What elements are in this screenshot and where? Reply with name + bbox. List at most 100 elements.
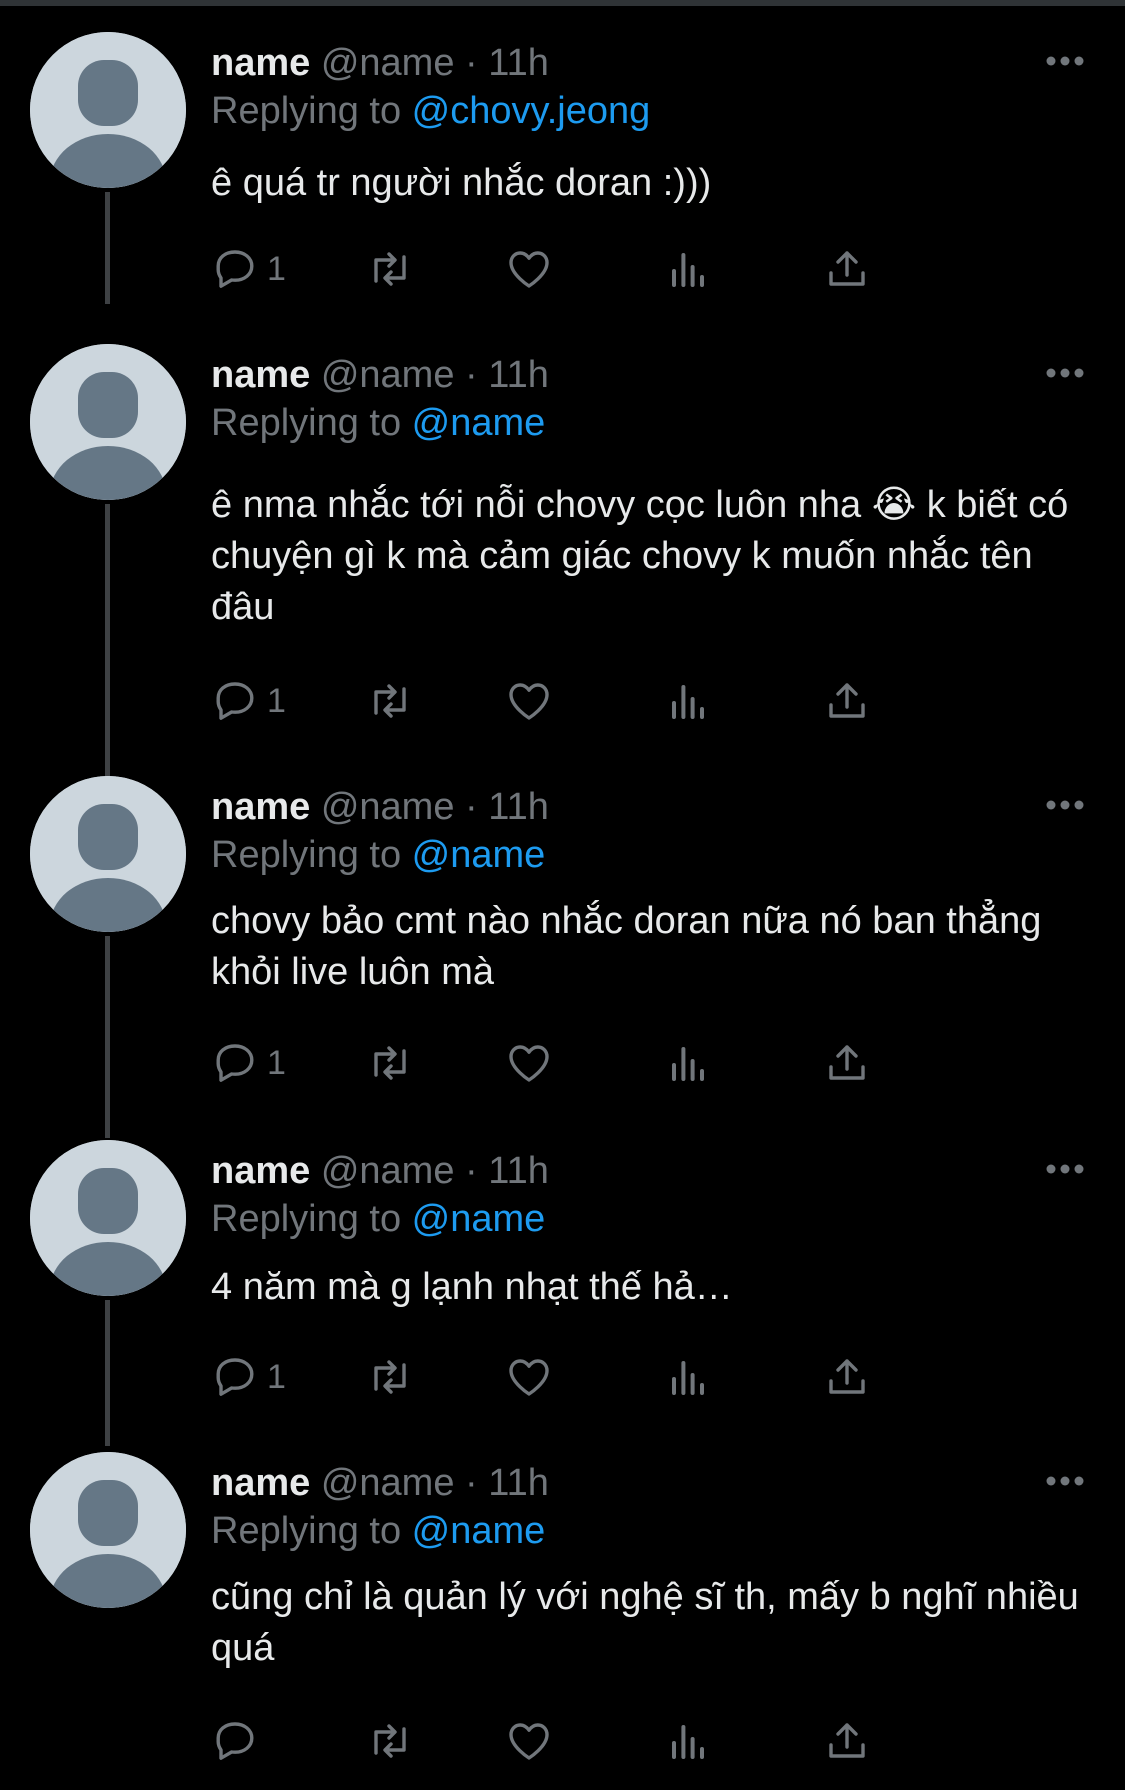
like-button[interactable]	[505, 1038, 553, 1088]
reply-button[interactable]	[211, 1716, 267, 1766]
reply-button[interactable]: 1	[211, 244, 286, 294]
username[interactable]: @name	[321, 1150, 455, 1192]
default-avatar-icon	[30, 32, 186, 188]
avatar[interactable]	[30, 776, 186, 932]
username[interactable]: @name	[321, 1462, 455, 1504]
reply-icon	[216, 682, 254, 720]
views-icon	[672, 685, 704, 719]
tweet-text: chovy bảo cmt nào nhắc doran nữa nó ban …	[211, 900, 1042, 993]
tweet-text: cũng chỉ là quản lý với nghệ sĩ th, mấy …	[211, 1576, 1079, 1669]
share-icon	[829, 1723, 865, 1758]
retweet-button[interactable]	[366, 1352, 414, 1402]
reply-count: 1	[267, 1357, 286, 1396]
tweet-text: ê nma nhắc tới nỗi chovy cọc luôn nha 😭 …	[211, 484, 1069, 628]
display-name[interactable]: name	[211, 1150, 310, 1192]
reply-count: 1	[267, 249, 286, 288]
username[interactable]: @name	[321, 354, 455, 396]
mention-link[interactable]: @chovy.jeong	[412, 90, 651, 132]
heart-icon	[509, 1359, 549, 1396]
replying-to-label: Replying to	[211, 90, 412, 132]
more-icon[interactable]	[1045, 1474, 1085, 1488]
display-name[interactable]: name	[211, 786, 310, 828]
mention-link[interactable]: @name	[412, 1198, 546, 1240]
like-button[interactable]	[505, 676, 553, 726]
reply-thread: name @name · 11h Replying to @chovy.jeon…	[0, 0, 1125, 1790]
more-icon[interactable]	[1045, 798, 1085, 812]
reply-button[interactable]: 1	[211, 1352, 286, 1402]
display-name[interactable]: name	[211, 42, 310, 84]
tweet-header: name @name · 11h	[211, 784, 549, 830]
views-button[interactable]	[664, 676, 712, 726]
more-icon[interactable]	[1045, 366, 1085, 380]
replying-to: Replying to @name	[211, 1508, 545, 1554]
heart-icon	[509, 1723, 549, 1760]
share-icon	[829, 683, 865, 718]
like-button[interactable]	[505, 244, 553, 294]
share-icon	[829, 1045, 865, 1080]
retweet-button[interactable]	[366, 1716, 414, 1766]
retweet-button[interactable]	[366, 676, 414, 726]
timestamp[interactable]: 11h	[488, 786, 549, 828]
more-icon[interactable]	[1045, 54, 1085, 68]
more-icon[interactable]	[1045, 1162, 1085, 1176]
replying-to-label: Replying to	[211, 1198, 412, 1240]
retweet-icon	[374, 1046, 406, 1080]
views-button[interactable]	[664, 1038, 712, 1088]
share-icon	[829, 251, 865, 286]
share-button[interactable]	[823, 1352, 871, 1402]
reply-icon	[216, 1722, 254, 1760]
avatar[interactable]	[30, 344, 186, 500]
thread-connector	[105, 936, 110, 1138]
avatar[interactable]	[30, 1452, 186, 1608]
separator-dot: ·	[454, 42, 489, 84]
username[interactable]: @name	[321, 42, 455, 84]
avatar[interactable]	[30, 32, 186, 188]
timestamp[interactable]: 11h	[488, 42, 549, 84]
replying-to-label: Replying to	[211, 1510, 412, 1552]
replying-to: Replying to @name	[211, 1196, 545, 1242]
tweet-text: 4 năm mà g lạnh nhạt thế hả…	[211, 1266, 733, 1308]
views-button[interactable]	[664, 244, 712, 294]
tweet-actions: 1	[211, 244, 1011, 294]
retweet-button[interactable]	[366, 244, 414, 294]
mention-link[interactable]: @name	[412, 402, 546, 444]
heart-icon	[509, 683, 549, 720]
share-button[interactable]	[823, 1716, 871, 1766]
separator-dot: ·	[454, 354, 489, 396]
like-button[interactable]	[505, 1352, 553, 1402]
tweet-actions: 1	[211, 676, 1011, 726]
heart-icon	[509, 251, 549, 288]
share-button[interactable]	[823, 1038, 871, 1088]
display-name[interactable]: name	[211, 1462, 310, 1504]
replying-to-label: Replying to	[211, 402, 412, 444]
like-button[interactable]	[505, 1716, 553, 1766]
retweet-button[interactable]	[366, 1038, 414, 1088]
display-name[interactable]: name	[211, 354, 310, 396]
views-button[interactable]	[664, 1716, 712, 1766]
tweet-actions: 1	[211, 1038, 1011, 1088]
mention-link[interactable]: @name	[412, 834, 546, 876]
reply-button[interactable]: 1	[211, 1038, 286, 1088]
tweet-actions	[211, 1716, 1011, 1766]
views-icon	[672, 1725, 704, 1759]
reply-button[interactable]: 1	[211, 676, 286, 726]
replying-to: Replying to @name	[211, 400, 545, 446]
views-icon	[672, 1361, 704, 1395]
share-button[interactable]	[823, 244, 871, 294]
share-button[interactable]	[823, 676, 871, 726]
username[interactable]: @name	[321, 786, 455, 828]
mention-link[interactable]: @name	[412, 1510, 546, 1552]
avatar[interactable]	[30, 1140, 186, 1296]
default-avatar-icon	[30, 344, 186, 500]
retweet-icon	[374, 1360, 406, 1394]
retweet-icon	[374, 684, 406, 718]
reply-icon	[216, 1044, 254, 1082]
timestamp[interactable]: 11h	[488, 354, 549, 396]
timestamp[interactable]: 11h	[488, 1150, 549, 1192]
reply-count: 1	[267, 681, 286, 720]
tweet-header: name @name · 11h	[211, 40, 549, 86]
views-button[interactable]	[664, 1352, 712, 1402]
timestamp[interactable]: 11h	[488, 1462, 549, 1504]
separator-dot: ·	[454, 1150, 489, 1192]
tweet-text: ê quá tr người nhắc doran :)))	[211, 162, 712, 204]
